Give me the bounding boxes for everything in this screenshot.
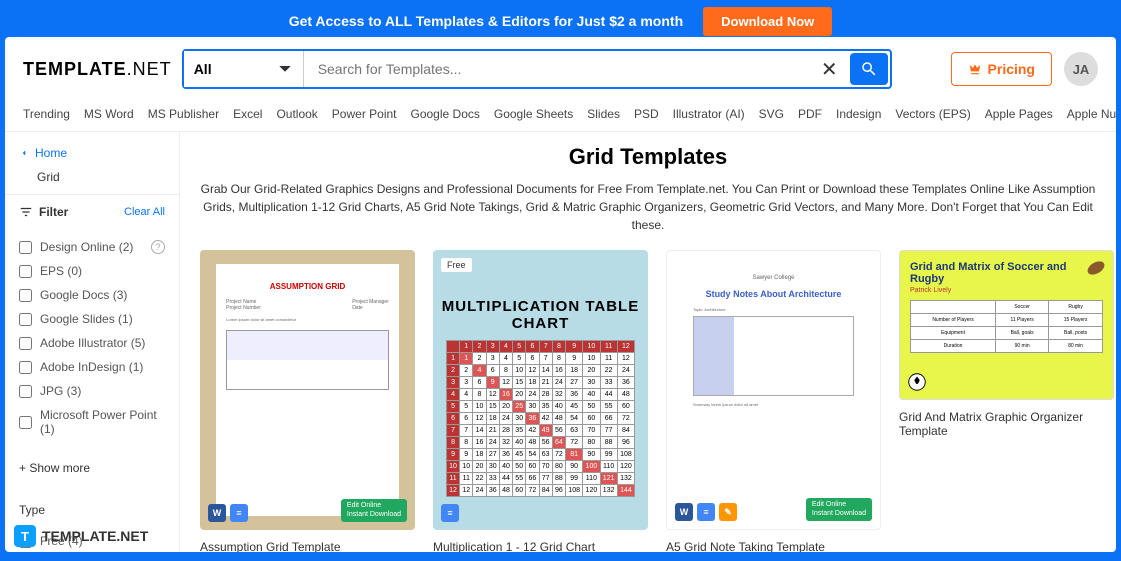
crown-icon: [968, 62, 982, 76]
user-avatar[interactable]: JA: [1064, 52, 1098, 86]
filter-checkbox-item[interactable]: Microsoft Power Point (1): [19, 403, 165, 441]
nav-link[interactable]: Indesign: [836, 107, 881, 121]
search-input[interactable]: [304, 51, 811, 87]
category-dropdown[interactable]: All: [184, 51, 304, 87]
filter-checkbox-item[interactable]: Google Docs (3): [19, 283, 165, 307]
breadcrumb-current: Grid: [5, 164, 179, 194]
template-card[interactable]: Sawyer College Study Notes About Archite…: [666, 250, 881, 552]
filter-checkbox-item[interactable]: Adobe InDesign (1): [19, 355, 165, 379]
nav-link[interactable]: MS Word: [84, 107, 134, 121]
pricing-button[interactable]: Pricing: [951, 52, 1052, 86]
type-section-label: Type: [5, 489, 179, 523]
free-badge: Free: [441, 258, 472, 272]
nav-link[interactable]: MS Publisher: [148, 107, 219, 121]
filter-label: Filter: [19, 205, 68, 219]
word-icon: W: [675, 503, 693, 521]
gdocs-icon: ≡: [697, 503, 715, 521]
word-icon: W: [208, 504, 226, 522]
nav-link[interactable]: Power Point: [332, 107, 397, 121]
pages-icon: ✎: [719, 503, 737, 521]
nav-link[interactable]: Apple Numbers: [1067, 107, 1116, 121]
filter-checkbox-item[interactable]: EPS (0): [19, 259, 165, 283]
filter-checkbox-item[interactable]: JPG (3): [19, 379, 165, 403]
filter-checkbox-item[interactable]: Google Slides (1): [19, 307, 165, 331]
nav-link[interactable]: Google Docs: [411, 107, 480, 121]
gdocs-icon: ≡: [441, 504, 459, 522]
chevron-left-icon: [19, 148, 29, 158]
page-description: Grab Our Grid-Related Graphics Designs a…: [200, 180, 1096, 234]
nav-link[interactable]: Slides: [587, 107, 620, 121]
nav-link[interactable]: Trending: [23, 107, 70, 121]
card-title: Grid And Matrix Graphic Organizer Templa…: [899, 410, 1114, 438]
nav-link[interactable]: PDF: [798, 107, 822, 121]
template-card[interactable]: Grid and Matrix of Soccer and Rugby Patr…: [899, 250, 1114, 552]
show-more-link[interactable]: + Show more: [19, 453, 165, 483]
site-logo[interactable]: TEMPLATE.NET: [23, 59, 172, 80]
card-title: A5 Grid Note Taking Template: [666, 540, 881, 552]
nav-link[interactable]: Google Sheets: [494, 107, 573, 121]
breadcrumb-home[interactable]: Home: [5, 142, 179, 164]
download-now-button[interactable]: Download Now: [703, 7, 832, 36]
search-button[interactable]: [850, 53, 888, 85]
edit-badge: Edit OnlineInstant Download: [341, 499, 407, 522]
nav-link[interactable]: Illustrator (AI): [673, 107, 745, 121]
rugby-ball-icon: [1085, 257, 1107, 279]
card-title: Multiplication 1 - 12 Grid Chart: [433, 540, 648, 552]
nav-link[interactable]: Excel: [233, 107, 262, 121]
card-title: Assumption Grid Template: [200, 540, 415, 552]
search-icon: [860, 60, 878, 78]
nav-link[interactable]: PSD: [634, 107, 659, 121]
watermark-logo: TTEMPLATE.NET: [14, 525, 148, 547]
promo-text: Get Access to ALL Templates & Editors fo…: [289, 13, 683, 29]
template-card[interactable]: ASSUMPTION GRID Project NameProject Numb…: [200, 250, 415, 552]
soccer-ball-icon: [906, 371, 928, 393]
clear-search-button[interactable]: ✕: [811, 51, 848, 87]
nav-link[interactable]: SVG: [759, 107, 784, 121]
filter-checkbox-item[interactable]: Adobe Illustrator (5): [19, 331, 165, 355]
nav-link[interactable]: Apple Pages: [985, 107, 1053, 121]
clear-all-link[interactable]: Clear All: [124, 206, 165, 218]
filter-icon: [19, 205, 33, 219]
gdocs-icon: ≡: [230, 504, 248, 522]
category-nav: Trending MS Word MS Publisher Excel Outlook P…: [5, 101, 1116, 132]
filter-checkbox-item[interactable]: Design Online (2)?: [19, 235, 165, 259]
nav-link[interactable]: Vectors (EPS): [895, 107, 970, 121]
template-card[interactable]: Free MULTIPLICATION TABLE CHART 12345678…: [433, 250, 648, 552]
page-title: Grid Templates: [200, 144, 1096, 170]
nav-link[interactable]: Outlook: [276, 107, 317, 121]
edit-badge: Edit OnlineInstant Download: [806, 498, 872, 521]
